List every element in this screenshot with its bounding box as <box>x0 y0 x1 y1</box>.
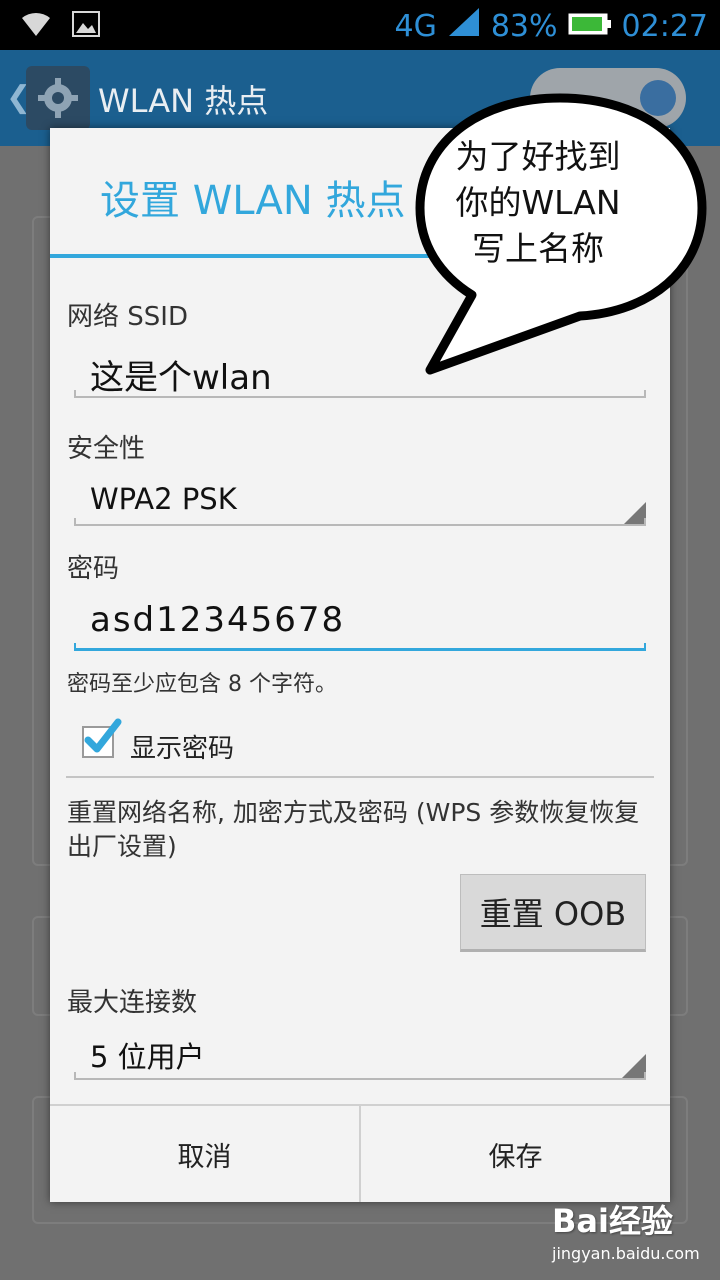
security-value: WPA2 PSK <box>90 482 237 516</box>
annotation-line: 你的WLAN <box>455 183 621 222</box>
save-button[interactable]: 保存 <box>359 1106 670 1202</box>
screen: 4G 83% 02:27 ❮ WLAN 热点 设置 WLAN 热点 网络 SSI… <box>0 0 720 1280</box>
annotation-line: 写上名称 <box>472 229 604 268</box>
settings-gear-icon <box>26 66 90 130</box>
max-connections-select[interactable]: 5 位用户 <box>74 1032 646 1082</box>
ssid-label: 网络 SSID <box>67 302 188 332</box>
dialog-button-row: 取消 保存 <box>50 1104 670 1202</box>
wifi-icon <box>20 10 52 42</box>
clock: 02:27 <box>621 9 708 44</box>
dialog-title: 设置 WLAN 热点 <box>100 178 406 224</box>
dropdown-indicator-icon <box>622 1054 646 1078</box>
watermark-url: jingyan.baidu.com <box>552 1244 700 1263</box>
security-label: 安全性 <box>67 434 146 464</box>
signal-icon <box>447 6 481 48</box>
ssid-value: 这是个wlan <box>90 358 272 398</box>
dropdown-indicator-icon <box>622 502 646 526</box>
image-notification-icon <box>72 11 100 41</box>
reset-oob-button[interactable]: 重置 OOB <box>460 874 646 952</box>
password-label: 密码 <box>67 554 120 584</box>
max-connections-label: 最大连接数 <box>67 988 198 1018</box>
baidu-watermark: Bai经验 jingyan.baidu.com <box>552 1196 700 1263</box>
show-password-checkbox[interactable] <box>82 718 122 758</box>
reset-description: 重置网络名称, 加密方式及密码 (WPS 参数恢复恢复出厂设置) <box>67 798 640 861</box>
password-value: asd12345678 <box>90 600 346 640</box>
network-type: 4G <box>394 9 437 44</box>
action-bar-title: WLAN 热点 <box>98 82 269 120</box>
password-field[interactable]: asd12345678 <box>74 596 646 654</box>
battery-percent: 83% <box>490 9 558 44</box>
show-password-label[interactable]: 显示密码 <box>130 728 234 765</box>
cancel-button[interactable]: 取消 <box>50 1106 359 1202</box>
status-bar: 4G 83% 02:27 <box>0 0 720 50</box>
annotation-text: 为了好找到 你的WLAN 写上名称 <box>432 134 644 272</box>
divider <box>66 776 654 778</box>
annotation-line: 为了好找到 <box>455 137 621 176</box>
security-select[interactable]: WPA2 PSK <box>74 478 646 530</box>
watermark-logo: Bai经验 <box>552 1202 673 1240</box>
password-hint: 密码至少应包含 8 个字符。 <box>67 672 337 697</box>
battery-icon <box>568 8 612 46</box>
checkmark-icon <box>84 718 122 753</box>
max-connections-value: 5 位用户 <box>90 1040 205 1074</box>
